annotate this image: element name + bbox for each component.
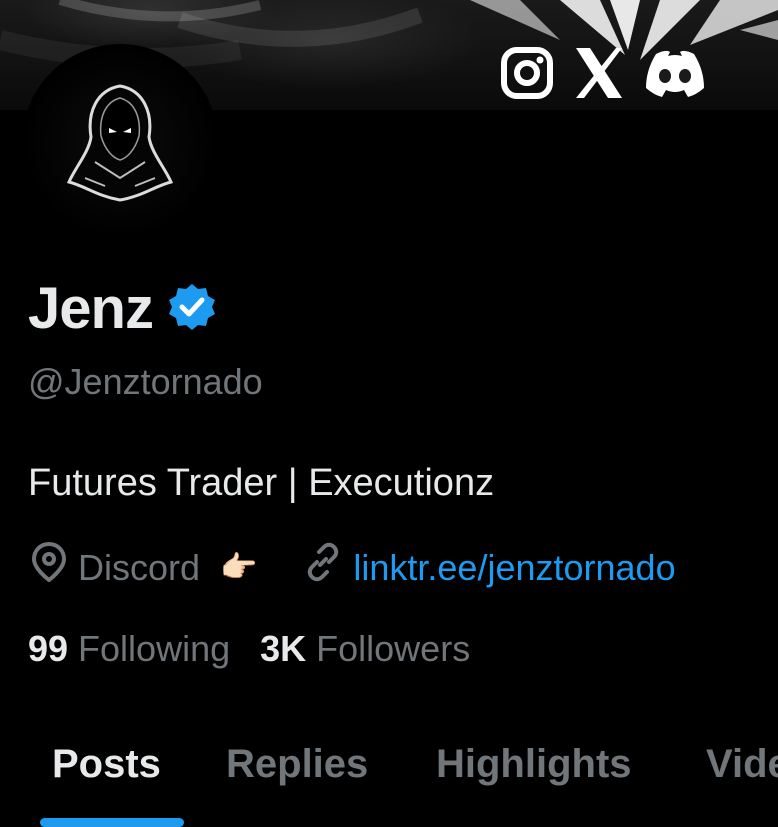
tab-highlights[interactable]: Highlights <box>436 738 632 790</box>
following-stat[interactable]: 99 Following <box>28 626 230 672</box>
followers-count: 3K <box>260 628 307 669</box>
profile-handle: @Jenztornado <box>28 361 263 402</box>
website-link[interactable]: linktr.ee/jenztornado <box>353 545 675 591</box>
profile-stats: 99 Following 3K Followers <box>28 626 470 672</box>
tab-videos[interactable]: Videos <box>706 738 778 790</box>
hooded-figure-icon <box>66 84 174 202</box>
active-tab-indicator <box>40 818 184 827</box>
location-item: Discord 👉🏻 <box>30 541 258 593</box>
following-count: 99 <box>28 628 69 669</box>
display-name: Jenz <box>28 276 154 341</box>
followers-label: Followers <box>316 628 471 669</box>
profile-bio: Futures Trader | Executionz <box>28 462 495 504</box>
x-logo-icon <box>576 48 622 98</box>
tab-posts[interactable]: Posts <box>52 738 161 790</box>
tab-replies[interactable]: Replies <box>226 738 368 790</box>
profile-name-row: Jenz <box>28 274 217 344</box>
location-pin-icon <box>30 541 68 593</box>
link-icon <box>303 542 343 593</box>
profile-avatar[interactable] <box>22 44 218 240</box>
instagram-icon <box>500 46 554 100</box>
profile-meta-row: Discord 👉🏻 linktr.ee/jenztornado <box>30 541 676 593</box>
followers-stat[interactable]: 3K Followers <box>260 626 470 672</box>
following-label: Following <box>78 628 231 669</box>
pointing-hand-emoji: 👉🏻 <box>220 550 258 584</box>
website-item[interactable]: linktr.ee/jenztornado <box>303 542 676 593</box>
verified-badge-icon[interactable] <box>167 282 217 337</box>
location-text: Discord <box>78 546 201 588</box>
profile-tabs: Posts Replies Highlights Videos <box>0 730 778 827</box>
discord-icon <box>644 48 706 98</box>
